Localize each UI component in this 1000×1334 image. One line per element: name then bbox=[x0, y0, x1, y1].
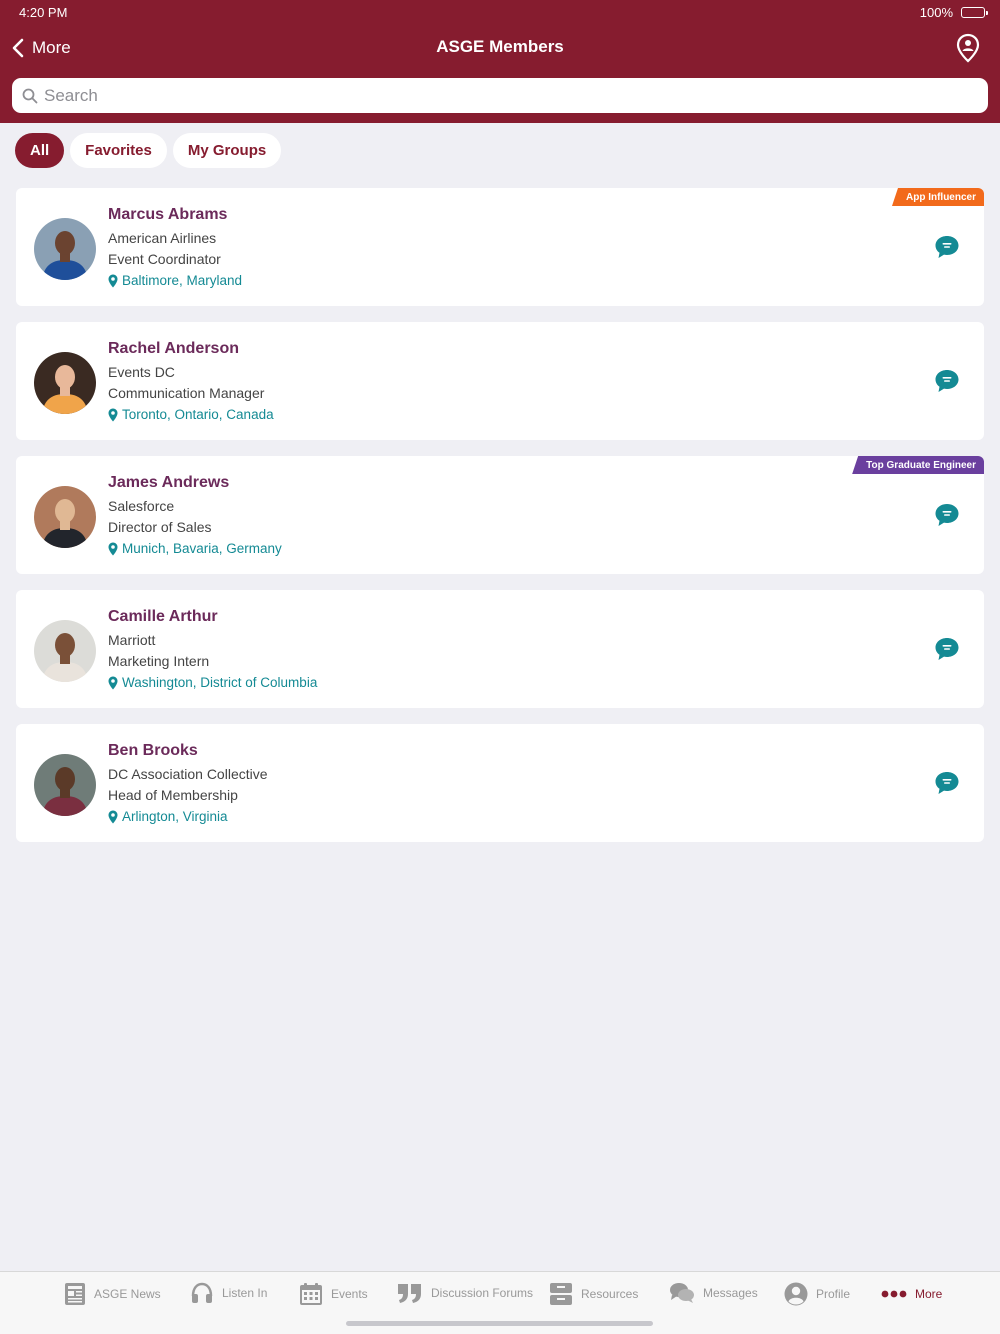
user-circle-icon bbox=[784, 1282, 808, 1306]
member-card[interactable]: James Andrews Salesforce Director of Sales… bbox=[16, 456, 984, 574]
location-pin-icon bbox=[108, 542, 118, 555]
tab-events[interactable]: Events bbox=[299, 1282, 368, 1306]
calendar-icon bbox=[300, 1283, 322, 1305]
search-input[interactable] bbox=[44, 85, 944, 106]
member-card[interactable]: Rachel Anderson Events DC Communication Ma… bbox=[16, 322, 984, 440]
tab-discussion-forums[interactable]: Discussion Forums bbox=[397, 1282, 533, 1304]
status-battery: 100% bbox=[919, 5, 988, 20]
more-dots-icon bbox=[881, 1290, 907, 1298]
chat-icon[interactable] bbox=[934, 502, 960, 533]
member-name[interactable]: Ben Brooks bbox=[108, 742, 198, 760]
member-company: DC Association Collective bbox=[108, 766, 268, 782]
member-location: Toronto, Ontario, Canada bbox=[108, 407, 274, 422]
tab-more[interactable]: More bbox=[881, 1282, 942, 1306]
member-company: American Airlines bbox=[108, 230, 217, 246]
member-card[interactable]: Marcus Abrams American Airlines Event Coor… bbox=[16, 188, 984, 306]
member-location-text: Baltimore, Maryland bbox=[122, 273, 243, 288]
avatar bbox=[34, 486, 96, 548]
filter-all[interactable]: All bbox=[15, 133, 65, 168]
member-company: Marriott bbox=[108, 632, 156, 648]
tab-label: Events bbox=[331, 1287, 368, 1301]
member-location-text: Toronto, Ontario, Canada bbox=[122, 407, 274, 422]
member-name[interactable]: Marcus Abrams bbox=[108, 206, 227, 224]
member-location: Arlington, Virginia bbox=[108, 809, 228, 824]
status-time: 4:20 PM bbox=[19, 5, 68, 20]
member-badge: Top Graduate Engineer bbox=[852, 456, 984, 474]
member-company: Events DC bbox=[108, 364, 175, 380]
member-card[interactable]: Ben Brooks DC Association Collective Head … bbox=[16, 724, 984, 842]
member-job-title: Marketing Intern bbox=[108, 653, 210, 669]
tab-label: Listen In bbox=[222, 1286, 268, 1300]
member-location-text: Munich, Bavaria, Germany bbox=[122, 541, 282, 556]
member-location: Washington, District of Columbia bbox=[108, 675, 317, 690]
home-indicator bbox=[346, 1321, 653, 1326]
location-pin-icon bbox=[108, 810, 118, 823]
member-job-title: Head of Membership bbox=[108, 787, 238, 803]
member-name[interactable]: Camille Arthur bbox=[108, 608, 218, 626]
tab-profile[interactable]: Profile bbox=[784, 1282, 850, 1306]
member-location: Baltimore, Maryland bbox=[108, 273, 242, 288]
tab-label: Messages bbox=[703, 1286, 758, 1300]
tab-label: More bbox=[915, 1287, 943, 1301]
battery-percent: 100% bbox=[919, 5, 953, 20]
member-name[interactable]: James Andrews bbox=[108, 474, 229, 492]
quote-icon bbox=[398, 1284, 421, 1303]
avatar bbox=[34, 352, 96, 414]
chat-icon[interactable] bbox=[934, 636, 960, 667]
location-pin-icon bbox=[108, 274, 118, 287]
chat-bubbles-icon bbox=[670, 1283, 694, 1303]
avatar bbox=[34, 218, 96, 280]
chat-icon[interactable] bbox=[934, 770, 960, 801]
member-job-title: Event Coordinator bbox=[108, 251, 221, 267]
news-icon bbox=[65, 1283, 85, 1305]
headphones-icon bbox=[191, 1282, 213, 1303]
member-job-title: Director of Sales bbox=[108, 519, 212, 535]
tab-messages[interactable]: Messages bbox=[669, 1282, 758, 1304]
tab-listen-in[interactable]: Listen In bbox=[190, 1282, 267, 1304]
filter-favorites[interactable]: Favorites bbox=[70, 133, 167, 168]
tab-asge-news[interactable]: ASGE News bbox=[64, 1282, 161, 1306]
location-pin-icon[interactable] bbox=[956, 33, 980, 68]
filter-my-groups[interactable]: My Groups bbox=[172, 133, 282, 168]
tab-label: Resources bbox=[581, 1287, 639, 1301]
member-location-text: Arlington, Virginia bbox=[122, 809, 228, 824]
tab-label: ASGE News bbox=[94, 1287, 161, 1301]
member-location-text: Washington, District of Columbia bbox=[122, 675, 318, 690]
filter-tabs: All Favorites My Groups bbox=[15, 133, 282, 168]
tab-label: Discussion Forums bbox=[431, 1286, 534, 1300]
chat-icon[interactable] bbox=[934, 234, 960, 265]
member-badge: App Influencer bbox=[891, 188, 984, 206]
member-company: Salesforce bbox=[108, 498, 175, 514]
avatar bbox=[34, 754, 96, 816]
tab-label: Profile bbox=[816, 1287, 851, 1301]
avatar bbox=[34, 620, 96, 682]
member-card[interactable]: Camille Arthur Marriott Marketing Intern Wa… bbox=[16, 590, 984, 708]
location-pin-icon bbox=[108, 408, 118, 421]
member-name[interactable]: Rachel Anderson bbox=[108, 340, 239, 358]
battery-icon bbox=[961, 7, 988, 18]
tab-resources[interactable]: Resources bbox=[549, 1282, 638, 1306]
member-job-title: Communication Manager bbox=[108, 385, 265, 401]
search-bar[interactable] bbox=[12, 78, 988, 113]
nav-header: 4:20 PM 100% More ASGE Members bbox=[0, 0, 1000, 123]
archive-box-icon bbox=[550, 1283, 572, 1305]
chat-icon[interactable] bbox=[934, 368, 960, 399]
location-pin-icon bbox=[108, 676, 118, 689]
page-title: ASGE Members bbox=[436, 37, 564, 56]
search-icon bbox=[22, 88, 38, 103]
member-location: Munich, Bavaria, Germany bbox=[108, 541, 282, 556]
